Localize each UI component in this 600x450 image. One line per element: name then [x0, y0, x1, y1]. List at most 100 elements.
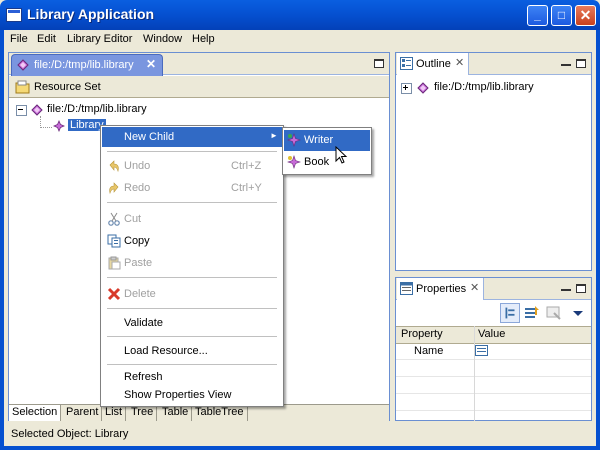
outline-panel: Outline ✕ file:/D:/tmp/lib.library [395, 52, 592, 271]
outline-tab-label: Outline [416, 58, 451, 70]
tab-close-icon[interactable]: ✕ [146, 57, 156, 71]
minimize-icon: _ [534, 8, 541, 22]
show-categories-icon[interactable] [500, 303, 520, 323]
tab-tabletree[interactable]: TableTree [192, 405, 248, 421]
outline-minimize-icon[interactable] [561, 64, 571, 66]
close-button[interactable]: ✕ [575, 5, 596, 26]
submenu-item-book[interactable]: Book [284, 152, 370, 173]
menu-file[interactable]: File [10, 33, 28, 45]
menu-separator [107, 336, 277, 337]
library-model-icon [417, 82, 429, 94]
properties-minimize-icon[interactable] [561, 289, 571, 291]
filter-advanced-icon[interactable] [522, 303, 542, 323]
menu-item-cut[interactable]: Cut [102, 209, 282, 229]
tab-parent[interactable]: Parent [63, 405, 103, 421]
menu-item-copy[interactable]: Copy [102, 231, 282, 251]
column-header-property[interactable]: Property [401, 328, 443, 340]
column-header-value[interactable]: Value [478, 328, 505, 340]
redo-shortcut: Ctrl+Y [231, 182, 262, 194]
undo-shortcut: Ctrl+Z [231, 160, 262, 172]
delete-label: Delete [124, 288, 156, 300]
redo-label: Redo [124, 182, 151, 194]
restore-icon: □ [557, 8, 566, 22]
tab-selection[interactable]: Selection [9, 405, 62, 421]
column-divider [474, 326, 475, 421]
menu-library-editor[interactable]: Library Editor [67, 33, 132, 45]
window-title: Library Application [27, 6, 155, 22]
menu-window[interactable]: Window [143, 33, 182, 45]
properties-close-icon[interactable]: ✕ [470, 281, 479, 294]
outline-close-icon[interactable]: ✕ [455, 56, 464, 69]
menu-item-paste[interactable]: Paste [102, 253, 282, 273]
app-window-icon [6, 8, 22, 22]
outline-tab[interactable]: Outline ✕ [397, 53, 469, 75]
table-row-empty [396, 377, 591, 394]
editor-maximize-icon[interactable] [374, 59, 384, 68]
title-bar: Library Application _ □ ✕ [0, 0, 600, 30]
status-text: Selected Object: Library [11, 428, 129, 440]
menu-separator [107, 364, 277, 365]
resource-set-bar: Resource Set [9, 76, 389, 98]
redo-icon [109, 182, 119, 195]
menu-separator [107, 202, 277, 203]
paste-label: Paste [124, 257, 153, 269]
menu-help[interactable]: Help [192, 33, 215, 45]
undo-icon [109, 160, 119, 173]
editor-tab-bar: file:/D:/tmp/lib.library ✕ [9, 53, 389, 76]
load-resource-label: Load Resource... [124, 345, 208, 357]
minimize-button[interactable]: _ [527, 5, 548, 26]
property-name-cell: Name [414, 345, 444, 357]
menu-item-refresh[interactable]: Refresh [102, 367, 282, 387]
copy-icon [107, 234, 121, 248]
view-menu-icon[interactable] [568, 303, 588, 323]
properties-table: Property Value Name [396, 326, 591, 421]
editor-tab-lib-library[interactable]: file:/D:/tmp/lib.library ✕ [11, 54, 163, 76]
menu-item-delete[interactable]: Delete [102, 284, 282, 304]
table-row[interactable]: Name [396, 343, 591, 360]
resource-set-icon [15, 80, 30, 94]
mouse-cursor-icon [335, 146, 348, 164]
properties-maximize-icon[interactable] [576, 284, 586, 293]
close-icon: ✕ [579, 7, 592, 23]
copy-label: Copy [124, 235, 150, 247]
properties-table-header: Property Value [396, 326, 591, 344]
undo-label: Undo [124, 160, 151, 172]
refresh-label: Refresh [124, 371, 163, 383]
menu-item-redo[interactable]: Redo Ctrl+Y [102, 178, 282, 198]
properties-tab[interactable]: Properties ✕ [397, 278, 484, 300]
status-bar: Selected Object: Library [8, 425, 592, 445]
menu-separator [107, 151, 277, 152]
cut-icon [108, 212, 120, 226]
tab-tree[interactable]: Tree [128, 405, 158, 421]
submenu-arrow-icon: ► [270, 131, 278, 140]
menu-item-undo[interactable]: Undo Ctrl+Z [102, 156, 282, 176]
validate-label: Validate [124, 317, 163, 329]
book-label: Book [304, 156, 330, 168]
writer-icon [287, 133, 301, 147]
collapse-toggle-icon[interactable] [16, 105, 27, 116]
outline-header: Outline ✕ [396, 53, 591, 75]
properties-icon [400, 282, 413, 295]
resource-set-label: Resource Set [34, 81, 101, 93]
tree-root-label[interactable]: file:/D:/tmp/lib.library [47, 103, 147, 115]
menu-item-new-child[interactable]: New Child ► [102, 127, 282, 147]
new-child-label: New Child [124, 131, 175, 143]
menu-item-load-resource[interactable]: Load Resource... [102, 341, 282, 361]
library-node-icon [53, 120, 65, 132]
writer-label: Writer [304, 134, 334, 146]
outline-tree-root[interactable]: file:/D:/tmp/lib.library [434, 81, 534, 93]
menu-separator [107, 277, 277, 278]
menu-edit[interactable]: Edit [37, 33, 56, 45]
properties-tab-label: Properties [416, 283, 467, 295]
expand-toggle-icon[interactable] [401, 83, 412, 94]
property-value-icon [475, 345, 488, 356]
maximize-button[interactable]: □ [551, 5, 572, 26]
submenu-item-writer[interactable]: Writer [284, 130, 370, 151]
table-row-empty [396, 394, 591, 411]
outline-maximize-icon[interactable] [576, 59, 586, 68]
tab-table[interactable]: Table [159, 405, 193, 421]
menu-item-validate[interactable]: Validate [102, 313, 282, 333]
restore-default-icon[interactable] [544, 303, 564, 323]
tab-list[interactable]: List [102, 405, 127, 421]
menu-item-show-properties-view[interactable]: Show Properties View [102, 385, 282, 405]
